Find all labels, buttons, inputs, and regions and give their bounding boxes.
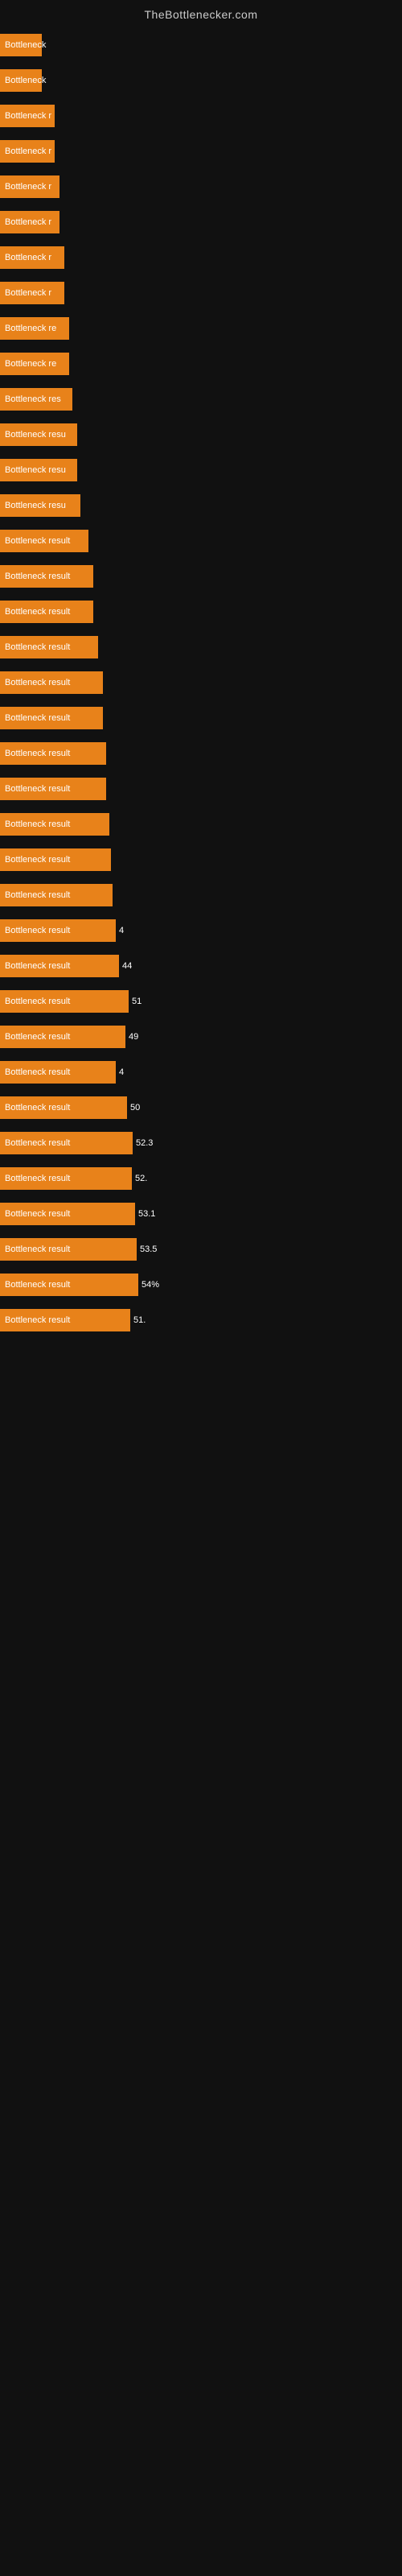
bar-label: Bottleneck result [0,884,113,906]
bar-row: Bottleneck result [0,807,402,842]
bar-label: Bottleneck result [0,919,116,942]
bar-row: Bottleneck r [0,204,402,240]
bar-row: Bottleneck result [0,736,402,771]
bar-row: Bottleneck result [0,630,402,665]
bar-value: 50 [127,1103,140,1113]
bar-label: Bottleneck r [0,140,55,163]
bar-label: Bottleneck result [0,1274,138,1296]
bar-value: 54% [138,1280,159,1290]
bar-label: Bottleneck result [0,1132,133,1154]
bar-value: 53.1 [135,1209,155,1219]
bar-value: 52.3 [133,1138,153,1148]
bar-value: 4 [116,1067,124,1077]
bar-label: Bottleneck result [0,530,88,552]
bar-value: 51. [130,1315,146,1325]
bar-row: Bottleneck result [0,523,402,559]
bar-label: Bottleneck result [0,601,93,623]
bar-label: Bottleneck resu [0,459,77,481]
bar-row: Bottleneck result44 [0,948,402,984]
bar-row: Bottleneck result [0,877,402,913]
bar-row: Bottleneck resu [0,488,402,523]
bar-row: Bottleneck result [0,842,402,877]
bar-row: Bottleneck result51 [0,984,402,1019]
bar-label: Bottleneck re [0,317,69,340]
bar-row: Bottleneck result51. [0,1302,402,1338]
bar-label: Bottleneck resu [0,423,77,446]
bar-label: Bottleneck result [0,990,129,1013]
bar-label: Bottleneck result [0,565,93,588]
bar-label: Bottleneck result [0,813,109,836]
bar-row: Bottleneck result [0,665,402,700]
bar-row: Bottleneck result [0,771,402,807]
bar-row: Bottleneck res [0,382,402,417]
bar-label: Bottleneck result [0,1096,127,1119]
bar-label: Bottleneck result [0,707,103,729]
bar-row: Bottleneck result53.5 [0,1232,402,1267]
bar-label: Bottleneck resu [0,494,80,517]
bar-row: Bottleneck r [0,98,402,134]
bar-label: Bottleneck r [0,175,59,198]
bar-label: Bottleneck result [0,1238,137,1261]
bar-row: Bottleneck result54% [0,1267,402,1302]
bar-label: Bottleneck result [0,1061,116,1084]
bar-row: Bottleneck result52. [0,1161,402,1196]
bar-label: Bottleneck res [0,388,72,411]
bar-label: Bottleneck [0,34,42,56]
bar-row: Bottleneck result53.1 [0,1196,402,1232]
bar-label: Bottleneck result [0,636,98,658]
bar-row: Bottleneck result [0,559,402,594]
bar-row: Bottleneck r [0,169,402,204]
bar-label: Bottleneck result [0,1309,130,1331]
bar-label: Bottleneck result [0,1203,135,1225]
bar-row: Bottleneck result [0,594,402,630]
bar-row: Bottleneck result4 [0,913,402,948]
bar-label: Bottleneck result [0,955,119,977]
bar-label: Bottleneck r [0,282,64,304]
bar-label: Bottleneck [0,69,42,92]
bar-value: 44 [119,961,132,971]
bars-container: Bottleneck Bottleneck Bottleneck r Bottlene… [0,27,402,1338]
bar-row: Bottleneck r [0,275,402,311]
bar-row: Bottleneck [0,27,402,63]
bar-value: 52. [132,1174,147,1183]
bar-label: Bottleneck result [0,1026,125,1048]
bar-label: Bottleneck result [0,848,111,871]
bar-label: Bottleneck r [0,246,64,269]
bar-row: Bottleneck [0,63,402,98]
bar-row: Bottleneck r [0,134,402,169]
bar-label: Bottleneck result [0,742,106,765]
bar-label: Bottleneck result [0,778,106,800]
bar-label: Bottleneck r [0,105,55,127]
bar-value: 53.5 [137,1245,157,1254]
bar-label: Bottleneck result [0,671,103,694]
bar-row: Bottleneck re [0,346,402,382]
bar-row: Bottleneck r [0,240,402,275]
bar-value: 51 [129,997,142,1006]
bar-row: Bottleneck result52.3 [0,1125,402,1161]
bar-value: 49 [125,1032,138,1042]
bar-value: 4 [116,926,124,935]
site-title: TheBottlenecker.com [0,0,402,27]
bar-row: Bottleneck result [0,700,402,736]
bar-row: Bottleneck resu [0,417,402,452]
bar-row: Bottleneck re [0,311,402,346]
bar-row: Bottleneck result50 [0,1090,402,1125]
bar-label: Bottleneck result [0,1167,132,1190]
bar-row: Bottleneck resu [0,452,402,488]
bar-label: Bottleneck re [0,353,69,375]
bar-label: Bottleneck r [0,211,59,233]
bar-row: Bottleneck result4 [0,1055,402,1090]
bar-row: Bottleneck result49 [0,1019,402,1055]
